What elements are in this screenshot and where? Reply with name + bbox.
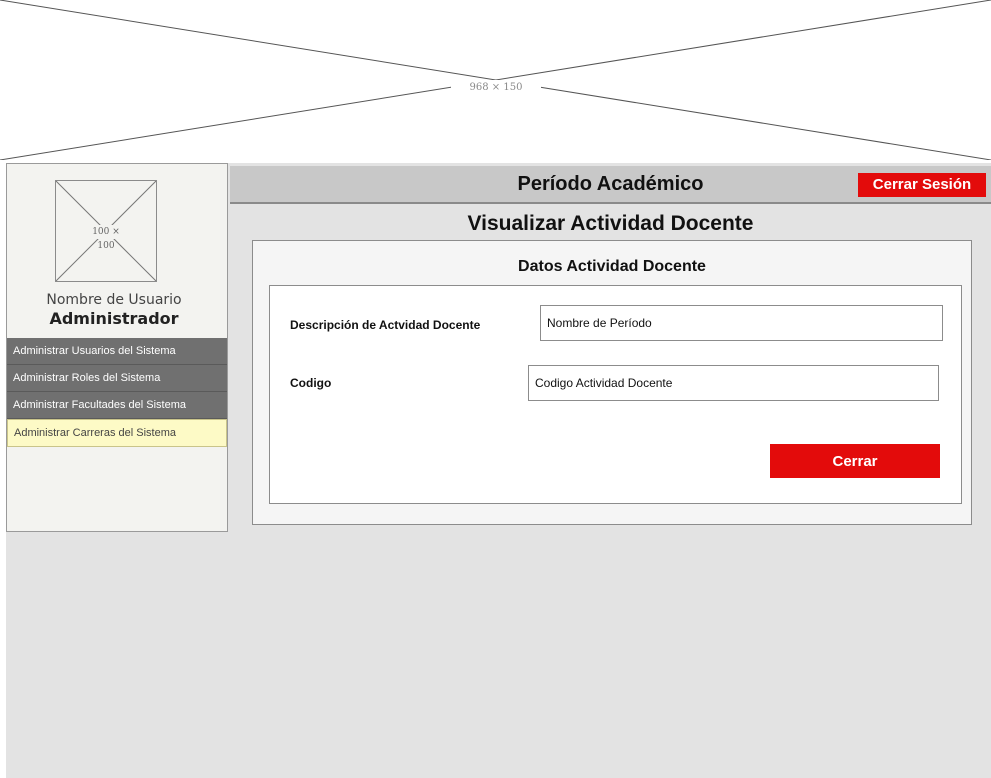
activity-panel: Datos Actividad Docente Descripción de A… [252,240,972,525]
view-title: Visualizar Actividad Docente [467,212,754,235]
user-name: Nombre de Usuario [46,292,182,308]
description-label: Descripción de Actvidad Docente [290,318,481,332]
sidebar-item-usuarios[interactable]: Administrar Usuarios del Sistema [7,338,227,365]
sidebar: 100 × 100 Nombre de Usuario Administrado… [6,163,228,532]
user-role: Administrador [49,309,179,328]
code-field[interactable] [528,365,939,401]
sidebar-item-roles[interactable]: Administrar Roles del Sistema [7,365,227,392]
panel-title: Datos Actividad Docente [518,258,706,275]
sidebar-item-carreras[interactable]: Administrar Carreras del Sistema [7,419,227,447]
sidebar-item-facultades[interactable]: Administrar Facultades del Sistema [7,392,227,419]
sidebar-menu: Administrar Usuarios del Sistema Adminis… [7,338,227,447]
logout-button[interactable]: Cerrar Sesión [858,173,986,197]
banner-placeholder-image: 968 × 150 [0,0,991,160]
header-bar: Período Académico Cerrar Sesión [230,166,991,204]
close-button[interactable]: Cerrar [770,444,940,478]
description-field[interactable] [540,305,943,341]
activity-form: Descripción de Actvidad Docente Codigo C… [269,285,962,504]
avatar: 100 × 100 [55,180,157,282]
code-label: Codigo [290,376,332,390]
avatar-placeholder-label: 100 × 100 [86,225,126,251]
banner-placeholder-label: 968 × 150 [451,80,541,96]
